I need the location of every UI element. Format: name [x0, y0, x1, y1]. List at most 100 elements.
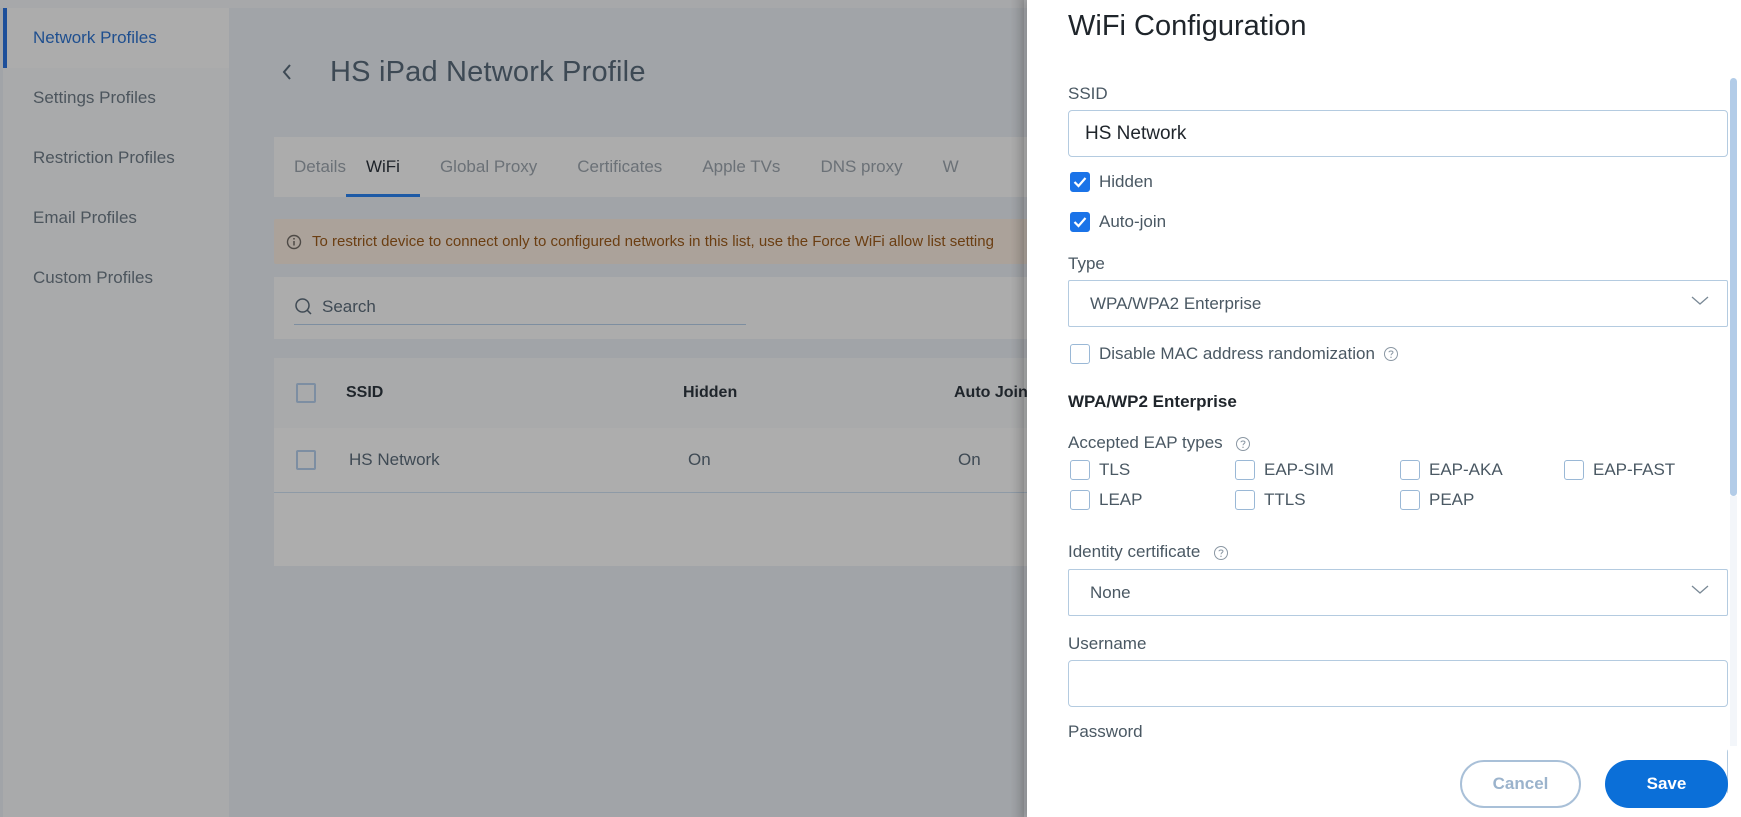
eap-tls[interactable]: TLS	[1070, 460, 1130, 480]
auto-join-label: Auto-join	[1099, 212, 1167, 231]
search-field[interactable]	[294, 289, 746, 325]
username-field[interactable]	[1068, 660, 1728, 707]
help-icon[interactable]	[1235, 436, 1251, 452]
disable-mac-checkbox-row[interactable]: Disable MAC address randomization	[1070, 344, 1399, 364]
eap-label: TTLS	[1264, 490, 1306, 509]
username-label: Username	[1068, 634, 1147, 653]
page-title: HS iPad Network Profile	[330, 55, 646, 88]
tab-certificates[interactable]: Certificates	[557, 137, 682, 197]
sidebar-item-email-profiles[interactable]: Email Profiles	[3, 188, 229, 248]
cell-hidden: On	[688, 450, 711, 469]
type-value: WPA/WPA2 Enterprise	[1090, 293, 1262, 313]
back-button[interactable]	[275, 60, 299, 84]
sidebar-item-label: Network Profiles	[33, 28, 157, 47]
search-card	[274, 277, 1034, 339]
sidebar-item-settings-profiles[interactable]: Settings Profiles	[3, 68, 229, 128]
eap-leap[interactable]: LEAP	[1070, 490, 1142, 510]
tab-apple-tvs[interactable]: Apple TVs	[682, 137, 800, 197]
eap-checkbox[interactable]	[1400, 460, 1420, 480]
tab-truncated[interactable]: W	[923, 137, 979, 197]
panel-title: WiFi Configuration	[1068, 10, 1307, 42]
chevron-down-icon	[1691, 585, 1709, 594]
eap-types-label-text: Accepted EAP types	[1068, 433, 1223, 452]
identity-certificate-label: Identity certificate	[1068, 542, 1229, 562]
username-input[interactable]	[1085, 661, 1727, 706]
scrollbar-thumb[interactable]	[1730, 78, 1737, 496]
ssid-field[interactable]	[1068, 110, 1728, 157]
chevron-down-icon	[1691, 296, 1709, 305]
close-icon	[1709, 0, 1731, 8]
sidebar-item-label: Custom Profiles	[33, 268, 153, 287]
type-select[interactable]: WPA/WPA2 Enterprise	[1068, 280, 1728, 327]
checkmark-icon	[1073, 177, 1087, 188]
save-button[interactable]: Save	[1605, 760, 1728, 808]
identity-certificate-select[interactable]: None	[1068, 569, 1728, 616]
scrollbar-track[interactable]	[1730, 496, 1737, 746]
sidebar: Network Profiles Settings Profiles Restr…	[3, 8, 229, 817]
info-icon	[286, 234, 302, 250]
info-alert: To restrict device to connect only to co…	[274, 219, 1034, 264]
eap-label: LEAP	[1099, 490, 1143, 509]
tab-label: Details	[294, 157, 346, 176]
search-input[interactable]	[322, 296, 722, 317]
help-icon[interactable]	[1383, 346, 1399, 362]
page-header: HS iPad Network Profile	[275, 52, 646, 92]
type-label: Type	[1068, 254, 1105, 273]
disable-mac-checkbox[interactable]	[1070, 344, 1090, 364]
eap-sim[interactable]: EAP-SIM	[1235, 460, 1334, 480]
sidebar-item-label: Settings Profiles	[33, 88, 156, 107]
password-label: Password	[1068, 722, 1143, 741]
auto-join-checkbox-row[interactable]: Auto-join	[1070, 212, 1166, 232]
eap-ttls[interactable]: TTLS	[1235, 490, 1306, 510]
panel-shadow	[1010, 0, 1024, 817]
eap-types-group: TLS EAP-SIM EAP-AKA EAP-FAST LEAP TTLS P…	[1070, 460, 1710, 520]
hidden-checkbox-row[interactable]: Hidden	[1070, 172, 1153, 192]
eap-checkbox[interactable]	[1070, 490, 1090, 510]
wifi-configuration-panel: WiFi Configuration SSID Hidden Auto-join…	[1027, 0, 1741, 817]
sidebar-item-label: Restriction Profiles	[33, 148, 175, 167]
tab-global-proxy[interactable]: Global Proxy	[420, 137, 557, 197]
eap-checkbox[interactable]	[1564, 460, 1584, 480]
tab-dns-proxy[interactable]: DNS proxy	[800, 137, 922, 197]
close-button[interactable]	[1709, 0, 1731, 8]
section-title: WPA/WP2 Enterprise	[1068, 392, 1237, 411]
tab-label: Certificates	[577, 157, 663, 176]
row-checkbox[interactable]	[296, 450, 316, 470]
tab-label: DNS proxy	[820, 157, 903, 176]
eap-types-label: Accepted EAP types	[1068, 433, 1251, 453]
top-strip	[0, 0, 1030, 8]
search-icon	[295, 297, 312, 315]
checkmark-icon	[1073, 217, 1087, 228]
column-header-ssid[interactable]: SSID	[346, 358, 383, 428]
chevron-left-icon	[282, 64, 291, 80]
table-row[interactable]: HS Network On On	[274, 428, 1034, 493]
identity-certificate-value: None	[1090, 582, 1131, 602]
sidebar-item-custom-profiles[interactable]: Custom Profiles	[3, 248, 229, 308]
eap-fast[interactable]: EAP-FAST	[1564, 460, 1675, 480]
auto-join-checkbox[interactable]	[1070, 212, 1090, 232]
eap-checkbox[interactable]	[1070, 460, 1090, 480]
tab-label: W	[942, 157, 959, 176]
help-icon[interactable]	[1213, 545, 1229, 561]
eap-aka[interactable]: EAP-AKA	[1400, 460, 1503, 480]
ssid-input[interactable]	[1085, 111, 1727, 156]
tab-label: Apple TVs	[702, 157, 781, 176]
cancel-button[interactable]: Cancel	[1460, 760, 1581, 808]
cell-ssid: HS Network	[349, 450, 440, 469]
tab-label: Global Proxy	[439, 157, 538, 176]
sidebar-item-network-profiles[interactable]: Network Profiles	[3, 8, 229, 68]
column-header-hidden[interactable]: Hidden	[683, 358, 737, 428]
select-all-checkbox[interactable]	[296, 383, 316, 403]
hidden-label: Hidden	[1099, 172, 1153, 191]
identity-certificate-label-text: Identity certificate	[1068, 542, 1201, 561]
eap-peap[interactable]: PEAP	[1400, 490, 1474, 510]
eap-checkbox[interactable]	[1235, 460, 1255, 480]
hidden-checkbox[interactable]	[1070, 172, 1090, 192]
tab-wifi[interactable]: WiFi	[345, 137, 420, 197]
eap-label: PEAP	[1429, 490, 1475, 509]
eap-checkbox[interactable]	[1235, 490, 1255, 510]
eap-label: EAP-AKA	[1429, 460, 1503, 479]
sidebar-item-restriction-profiles[interactable]: Restriction Profiles	[3, 128, 229, 188]
eap-label: EAP-SIM	[1264, 460, 1334, 479]
eap-checkbox[interactable]	[1400, 490, 1420, 510]
